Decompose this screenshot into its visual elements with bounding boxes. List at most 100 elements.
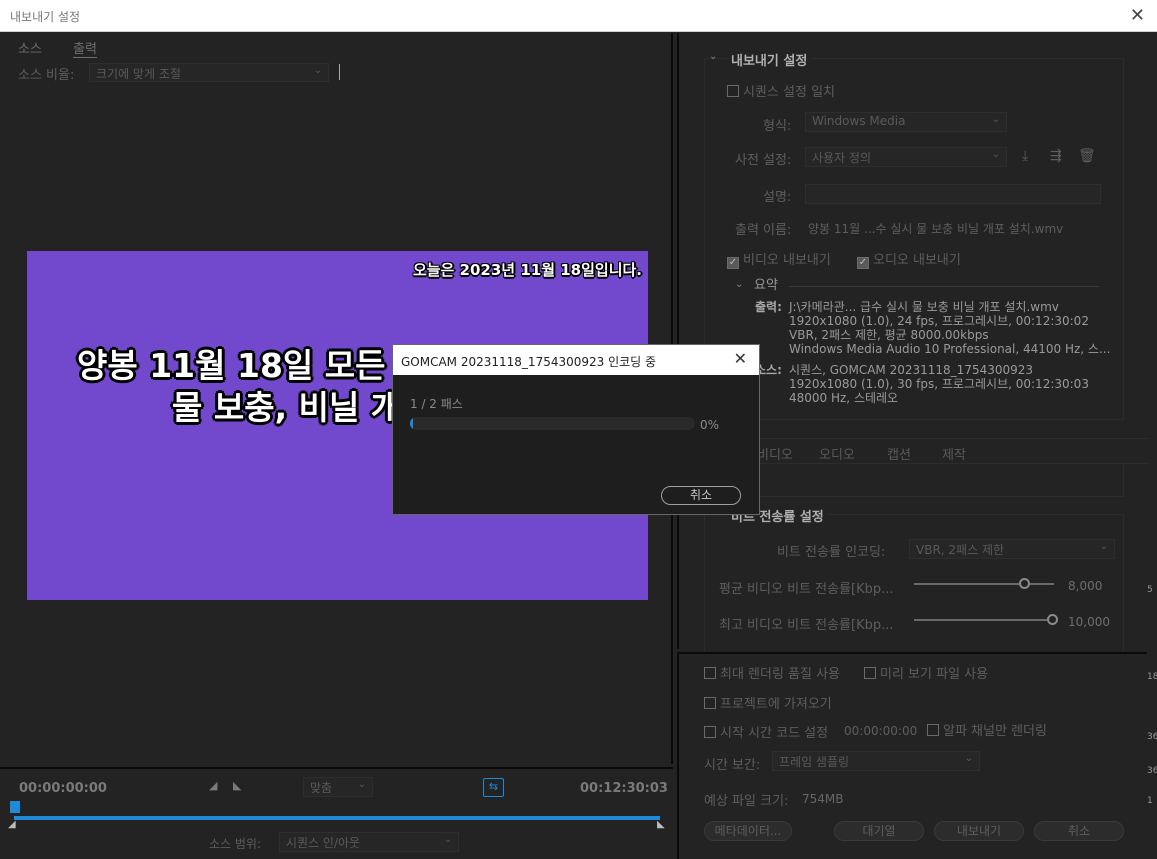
estimated-size-label: 예상 파일 크기: <box>704 794 789 809</box>
start-tc-checkbox[interactable]: 시작 시간 코드 설정 <box>704 722 828 741</box>
timeline-track[interactable] <box>14 816 660 820</box>
max-render-checkbox[interactable]: 최대 렌더링 품질 사용 <box>704 663 840 682</box>
out-point-handle[interactable]: ◣ <box>657 819 665 830</box>
avg-bitrate-slider[interactable] <box>914 583 1054 585</box>
max-bitrate-slider[interactable] <box>914 619 1054 621</box>
fit-dropdown[interactable]: 맞춤 ⌄ <box>303 777 373 797</box>
checkbox-icon <box>704 697 716 709</box>
checkbox-icon <box>927 724 939 736</box>
avg-bitrate-label: 평균 비디오 비트 전송률[Kbp... <box>719 582 894 597</box>
tab-audio[interactable]: 오디오 <box>819 444 855 463</box>
start-tc-label: 시작 시간 코드 설정 <box>720 726 829 741</box>
playhead-handle[interactable] <box>10 801 20 813</box>
video-date-caption: 오늘은 2023년 11월 18일입니다. <box>412 261 642 279</box>
encoding-dialog: GOMCAM 20231118_1754300923 인코딩 중 ✕ 1 / 2… <box>392 344 760 515</box>
format-value: Windows Media <box>812 114 906 128</box>
preview-file-label: 미리 보기 파일 사용 <box>880 667 989 682</box>
preset-dropdown[interactable]: 사용자 정의 ⌄ <box>805 147 1007 167</box>
time-interpolation-value: 프레임 샘플링 <box>779 755 850 769</box>
chevron-down-icon: ⌄ <box>357 779 366 790</box>
import-preset-icon[interactable]: ⇶ <box>1050 148 1062 164</box>
encoding-dialog-title: GOMCAM 20231118_1754300923 인코딩 중 <box>401 355 657 369</box>
tab-publish[interactable]: 제작 <box>942 444 966 463</box>
text-cursor <box>339 64 340 80</box>
export-settings-pane: ⌄ 내보내기 설정 시퀀스 설정 일치 형식: Windows Media ⌄ … <box>677 33 1149 654</box>
tab-captions[interactable]: 캡션 <box>887 444 911 463</box>
chevron-down-icon: ⌄ <box>991 114 1000 125</box>
export-video-checkbox[interactable]: ✓ 비디오 내보내기 <box>727 249 831 269</box>
summary-divider <box>789 286 1099 287</box>
video-title-line2: 물 보충, 비닐 개 <box>172 388 402 427</box>
encoding-progress-bar <box>410 417 695 430</box>
source-range-dropdown[interactable]: 시퀀스 인/아웃 ⌄ <box>279 832 459 852</box>
avg-bitrate-knob[interactable] <box>1019 578 1030 589</box>
source-ratio-value: 크기에 맞게 조절 <box>96 67 181 81</box>
import-project-checkbox[interactable]: 프로젝트에 가져오기 <box>704 693 832 712</box>
source-ratio-label: 소스 비율: <box>18 68 75 83</box>
chevron-down-icon: ⌄ <box>1099 541 1108 552</box>
check-icon: ✓ <box>857 257 869 269</box>
bitrate-encoding-value: VBR, 2패스 제한 <box>916 543 1005 557</box>
export-video-label: 비디오 내보내기 <box>743 253 831 268</box>
summary-title: 요약 <box>754 278 778 293</box>
export-button[interactable]: 내보내기 <box>934 821 1024 841</box>
match-sequence-checkbox[interactable]: 시퀀스 설정 일치 <box>727 81 835 100</box>
queue-button[interactable]: 대기열 <box>834 821 924 841</box>
start-timecode[interactable]: 00:00:00:00 <box>19 781 107 796</box>
edge-number: 1 <box>1147 796 1153 806</box>
estimated-size-value: 754MB <box>802 792 844 806</box>
bitrate-encoding-dropdown[interactable]: VBR, 2패스 제한 ⌄ <box>909 539 1115 559</box>
chevron-down-icon[interactable]: ⌄ <box>735 279 743 290</box>
alpha-only-checkbox[interactable]: 알파 채널만 렌더링 <box>927 720 1047 739</box>
trash-icon[interactable]: 🗑 <box>1078 148 1096 164</box>
in-point-handle[interactable]: ◢ <box>8 819 16 830</box>
chevron-down-icon: ⌄ <box>964 753 973 764</box>
summary-source-line: 48000 Hz, 스테레오 <box>789 391 899 405</box>
max-bitrate-value[interactable]: 10,000 <box>1068 615 1110 629</box>
edge-number: 36 <box>1147 732 1157 742</box>
source-range-value: 시퀀스 인/아웃 <box>286 836 361 850</box>
encoding-cancel-button[interactable]: 취소 <box>661 486 741 505</box>
window-title: 내보내기 설정 <box>10 10 81 24</box>
edge-number: 36 <box>1147 766 1157 776</box>
video-title-line1: 양봉 11월 18일 모든 <box>77 346 386 385</box>
timeline-panel: 00:00:00:00 ◢ ◣ 맞춤 ⌄ ⇆ 00:12:30:03 ◢ ◣ 소… <box>0 767 673 859</box>
edge-number: 5 <box>1147 585 1153 595</box>
tab-output[interactable]: 출력 <box>73 38 97 58</box>
export-settings-title: 내보내기 설정 <box>727 50 812 69</box>
output-name-link[interactable]: 양봉 11월 ...수 실시 물 보충 비닐 개포 설치.wmv <box>808 220 1063 237</box>
format-dropdown[interactable]: Windows Media ⌄ <box>805 112 1007 132</box>
encoding-dialog-titlebar: GOMCAM 20231118_1754300923 인코딩 중 ✕ <box>393 345 759 375</box>
source-ratio-dropdown[interactable]: 크기에 맞게 조절 ⌄ <box>89 63 329 82</box>
fit-value: 맞춤 <box>310 781 333 795</box>
close-icon[interactable]: ✕ <box>1130 5 1145 26</box>
chevron-down-icon[interactable]: ⌄ <box>709 51 717 62</box>
start-tc-value[interactable]: 00:00:00:00 <box>844 724 917 738</box>
time-interpolation-label: 시간 보간: <box>704 758 761 773</box>
summary-output-line: 1920x1080 (1.0), 24 fps, 프로그레시브, 00:12:3… <box>789 314 1089 328</box>
chevron-down-icon: ⌄ <box>991 149 1000 160</box>
metadata-button[interactable]: 메타데이터... <box>704 821 792 841</box>
time-interpolation-dropdown[interactable]: 프레임 샘플링 ⌄ <box>772 751 980 771</box>
mark-in-icon[interactable]: ◢ <box>209 779 217 792</box>
comment-input[interactable] <box>805 184 1101 204</box>
close-icon[interactable]: ✕ <box>734 349 747 368</box>
avg-bitrate-value[interactable]: 8,000 <box>1068 579 1102 593</box>
export-options-pane: 최대 렌더링 품질 사용 미리 보기 파일 사용 프로젝트에 가져오기 시작 시… <box>677 652 1147 859</box>
mark-out-icon[interactable]: ◣ <box>233 779 241 792</box>
save-preset-icon[interactable]: ⤓ <box>1022 148 1028 164</box>
title-bar: 내보내기 설정 ✕ <box>0 0 1157 32</box>
export-audio-label: 오디오 내보내기 <box>873 253 961 268</box>
max-bitrate-label: 최고 비디오 비트 전송률[Kbp... <box>719 618 894 633</box>
export-audio-checkbox[interactable]: ✓ 오디오 내보내기 <box>857 249 961 269</box>
tab-video[interactable]: 비디오 <box>757 444 793 463</box>
max-render-label: 최대 렌더링 품질 사용 <box>720 667 841 682</box>
max-bitrate-knob[interactable] <box>1047 614 1058 625</box>
preview-file-checkbox[interactable]: 미리 보기 파일 사용 <box>864 663 988 682</box>
import-project-label: 프로젝트에 가져오기 <box>720 697 832 712</box>
cancel-button[interactable]: 취소 <box>1034 821 1124 841</box>
aspect-toggle-icon[interactable]: ⇆ <box>483 778 504 797</box>
end-timecode[interactable]: 00:12:30:03 <box>580 781 668 796</box>
tab-source[interactable]: 소스 <box>18 38 42 57</box>
preset-label: 사전 설정: <box>735 153 792 168</box>
